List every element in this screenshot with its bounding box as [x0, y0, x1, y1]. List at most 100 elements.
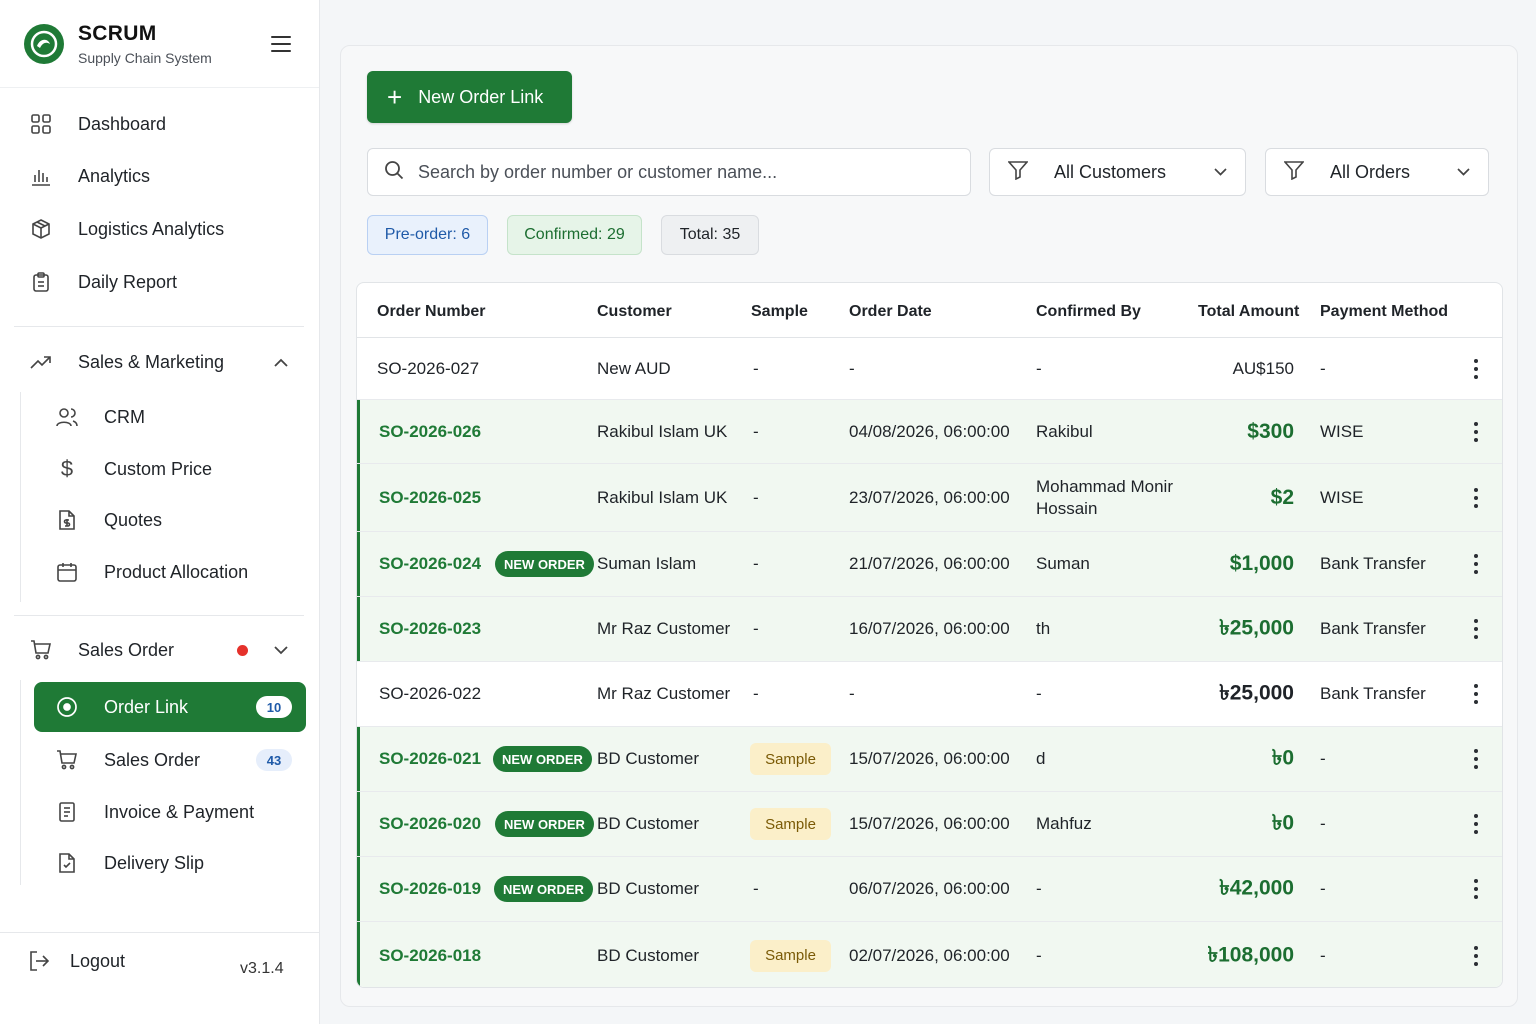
search-box[interactable]: [367, 148, 971, 196]
order-number[interactable]: SO-2026-019: [379, 879, 481, 899]
total-amount: $2: [1270, 485, 1294, 509]
table-row[interactable]: SO-2026-026 Rakibul Islam UK - 04/08/202…: [357, 400, 1502, 464]
nav-invoice-payment[interactable]: Invoice & Payment: [34, 789, 306, 835]
col-sample[interactable]: Sample: [751, 303, 808, 321]
table-row[interactable]: SO-2026-021 NEW ORDER BD Customer Sample…: [357, 727, 1502, 792]
new-order-link-label: New Order Link: [418, 86, 544, 107]
chevron-up-icon[interactable]: [274, 354, 288, 370]
row-menu-icon[interactable]: [1474, 619, 1478, 639]
sample-value: -: [753, 684, 759, 703]
confirmed-by-line: Hossain: [1036, 498, 1098, 518]
confirmed-stat-badge: Confirmed: 29: [507, 215, 642, 255]
nav-custom-price[interactable]: $ Custom Price: [34, 446, 306, 492]
payment-method: WISE: [1320, 421, 1364, 441]
table-row[interactable]: SO-2026-020 NEW ORDER BD Customer Sample…: [357, 792, 1502, 857]
row-menu-icon[interactable]: [1474, 945, 1478, 966]
chevron-down-icon: [1457, 168, 1470, 176]
confirmed-by: -: [1036, 945, 1042, 965]
row-menu-icon[interactable]: [1474, 879, 1478, 899]
nav-product-allocation[interactable]: Product Allocation: [34, 549, 306, 595]
preorder-stat-badge: Pre-order: 6: [367, 215, 488, 255]
order-number[interactable]: SO-2026-027: [377, 359, 479, 379]
table-row[interactable]: SO-2026-025 Rakibul Islam UK - 23/07/202…: [357, 464, 1502, 532]
table-row[interactable]: SO-2026-022 Mr Raz Customer - - - ৳25,00…: [357, 662, 1502, 727]
new-order-link-button[interactable]: + New Order Link: [367, 71, 572, 123]
col-payment-method[interactable]: Payment Method: [1320, 303, 1448, 321]
nav-sales-order[interactable]: Sales Order 43: [34, 737, 306, 783]
payment-method: -: [1320, 879, 1326, 898]
nav-quotes[interactable]: Quotes: [34, 497, 306, 543]
customer-name: Mr Raz Customer: [597, 619, 731, 638]
payment-method: -: [1320, 358, 1326, 378]
col-customer[interactable]: Customer: [597, 303, 672, 321]
order-number[interactable]: SO-2026-025: [379, 488, 481, 508]
nav-logistics-analytics[interactable]: Logistics Analytics: [14, 207, 306, 251]
customer-name: BD Customer: [597, 945, 700, 965]
sidebar-divider: [14, 615, 304, 616]
confirmed-stat-value: 29: [606, 226, 625, 243]
table-row[interactable]: SO-2026-023 Mr Raz Customer - 16/07/2026…: [357, 597, 1502, 662]
package-icon: [30, 218, 52, 240]
order-number[interactable]: SO-2026-022: [379, 684, 481, 704]
nav-sales-marketing[interactable]: Sales & Marketing: [14, 340, 306, 384]
table-row[interactable]: SO-2026-024 NEW ORDER Suman Islam - 21/0…: [357, 532, 1502, 597]
row-menu-icon[interactable]: [1474, 684, 1478, 704]
new-order-badge: NEW ORDER: [494, 876, 593, 902]
col-order-date[interactable]: Order Date: [849, 303, 932, 321]
order-number[interactable]: SO-2026-020: [379, 814, 481, 834]
order-number[interactable]: SO-2026-024: [379, 554, 481, 574]
submenu-line: [20, 680, 21, 885]
filter-icon: [1283, 160, 1305, 185]
dollar-icon: $: [60, 456, 74, 481]
order-date: 16/07/2026, 06:00:00: [849, 619, 1010, 638]
nav-crm-label: CRM: [104, 406, 145, 427]
order-number[interactable]: SO-2026-023: [379, 619, 481, 639]
row-menu-icon[interactable]: [1474, 814, 1478, 834]
col-total-amount[interactable]: Total Amount: [1198, 303, 1299, 321]
nav-sales-order-group-label: Sales Order: [78, 639, 175, 660]
logout-icon: [28, 950, 50, 972]
hamburger-menu-icon[interactable]: [271, 36, 291, 52]
order-number[interactable]: SO-2026-018: [379, 946, 481, 966]
customer-filter-select[interactable]: All Customers: [989, 148, 1246, 196]
file-icon: [56, 852, 78, 874]
table-header: Order Number Customer Sample Order Date …: [357, 283, 1502, 338]
logout-button[interactable]: Logout: [28, 950, 125, 972]
chevron-down-icon[interactable]: [274, 642, 288, 658]
search-input[interactable]: [418, 161, 938, 183]
customer-name: BD Customer: [597, 814, 700, 833]
order-filter-select[interactable]: All Orders: [1265, 148, 1489, 196]
total-amount: ৳0: [1271, 746, 1294, 770]
row-menu-icon[interactable]: [1474, 421, 1478, 442]
nav-daily-report[interactable]: Daily Report: [14, 260, 306, 304]
col-confirmed-by[interactable]: Confirmed By: [1036, 303, 1141, 321]
confirmed-by: -: [1036, 684, 1042, 703]
nav-sales-order-group[interactable]: Sales Order: [14, 628, 306, 672]
order-date: 04/08/2026, 06:00:00: [849, 421, 1010, 441]
order-number[interactable]: SO-2026-021: [379, 749, 481, 769]
table-row[interactable]: SO-2026-019 NEW ORDER BD Customer - 06/0…: [357, 857, 1502, 922]
nav-order-link[interactable]: Order Link 10: [34, 682, 306, 732]
nav-invoice-label: Invoice & Payment: [104, 801, 255, 822]
row-menu-icon[interactable]: [1474, 358, 1478, 379]
nav-analytics[interactable]: Analytics: [14, 154, 306, 198]
col-order-number[interactable]: Order Number: [377, 303, 485, 321]
row-menu-icon[interactable]: [1474, 487, 1478, 508]
bar-chart-icon: [30, 165, 52, 187]
table-row[interactable]: SO-2026-027 New AUD - - - AU$150 -: [357, 338, 1502, 400]
total-amount: AU$150: [1232, 358, 1294, 378]
nav-crm[interactable]: CRM: [34, 394, 306, 440]
order-date: 15/07/2026, 06:00:00: [849, 749, 1010, 768]
row-menu-icon[interactable]: [1474, 749, 1478, 769]
sidebar-divider: [14, 326, 304, 327]
preorder-stat-value: 6: [461, 226, 471, 243]
nav-dashboard[interactable]: Dashboard: [14, 102, 306, 146]
order-number[interactable]: SO-2026-026: [379, 422, 481, 442]
sample-badge: Sample: [750, 808, 831, 840]
total-stat-badge: Total: 35: [661, 215, 759, 255]
nav-delivery-slip[interactable]: Delivery Slip: [34, 840, 306, 886]
table-row[interactable]: SO-2026-018 BD Customer Sample 02/07/202…: [357, 922, 1502, 987]
row-menu-icon[interactable]: [1474, 554, 1478, 574]
nav-analytics-label: Analytics: [78, 165, 151, 186]
confirmed-by: th: [1036, 619, 1051, 638]
